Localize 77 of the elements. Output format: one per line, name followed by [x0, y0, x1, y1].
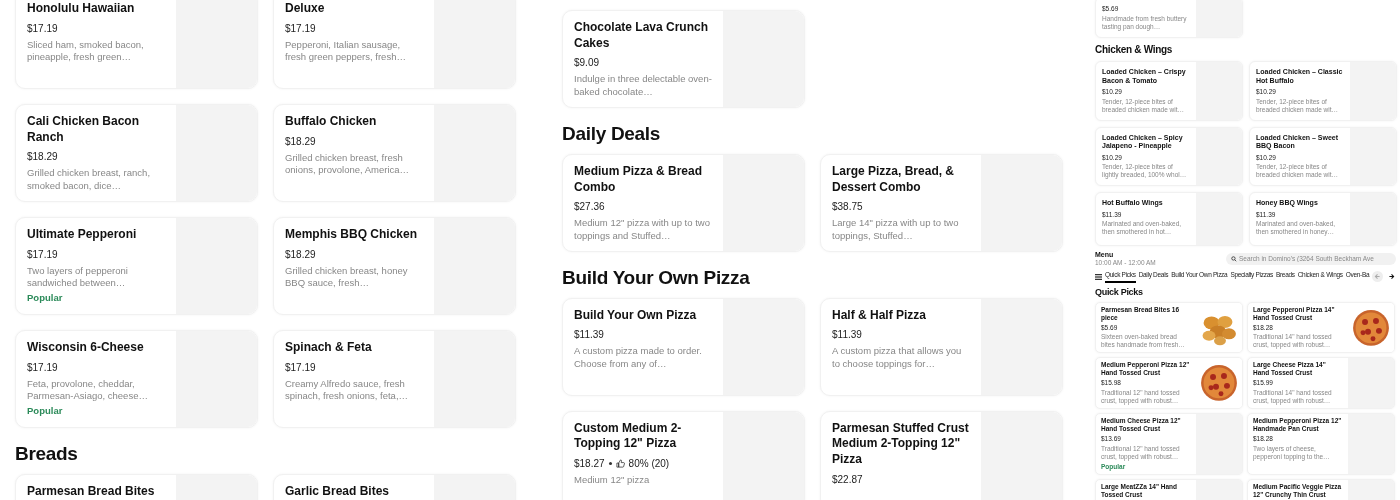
item-description: Sliced ham, smoked bacon, pineapple, fresh green…: [27, 38, 145, 64]
item-name: Ultimate Pepperoni: [27, 227, 138, 243]
item-description: Grilled chicken breast, fresh onions, provolone, America…: [285, 151, 411, 177]
item-name: Cali Chicken Bacon Ranch: [27, 114, 141, 146]
menu-item-card[interactable]: Build Your Own Pizza $11.39 A custom pizza made to order. Choose from any of…: [562, 297, 805, 396]
item-description: Grilled chicken breast, honey BBQ sauce, fresh…: [285, 264, 409, 290]
popular-label: Popular: [27, 404, 64, 418]
item-name: Parmesan Bread Bites: [27, 483, 156, 500]
item-description: Grilled chicken breast, ranch, smoked bacon, dice…: [27, 167, 152, 193]
item-price: $17.19: [285, 21, 316, 36]
menu-item-card[interactable]: Cali Chicken Bacon Ranch $18.29 Grilled chicken breast, ranch, smoked bacon, dice…: [15, 104, 258, 203]
item-description: Pepperoni, Italian sausage, fresh green peppers, fresh…: [285, 38, 407, 64]
item-price: $17.19: [27, 247, 58, 262]
item-rating: 80% (20): [628, 457, 670, 472]
item-description: Medium 12" pizza: [574, 474, 651, 487]
menu-item-card[interactable]: Custom Medium 2-Topping 12" Pizza $18.27 80% (20) Medium 12" pizza: [562, 410, 805, 500]
item-name: Honolulu Hawaiian: [27, 1, 136, 17]
item-name: Parmesan Stuffed Crust Medium 2-Topping 12" Pizza: [832, 420, 970, 468]
item-name: Medium Pizza & Bread Combo: [574, 163, 704, 196]
thumbs-up-icon: [615, 459, 625, 469]
item-name: Half & Half Pizza: [832, 307, 928, 324]
menu-item-card[interactable]: Honolulu Hawaiian $17.19 Sliced ham, smoked bacon, pineapple, fresh green…: [15, 0, 258, 89]
left-arrow-icon: [1374, 273, 1382, 281]
right-arrow-icon: [1388, 273, 1396, 281]
menu-item-card[interactable]: Deluxe $17.19 Pepperoni, Italian sausage, fresh green peppers, fresh…: [273, 0, 516, 89]
menu-item-card[interactable]: Memphis BBQ Chicken $18.29 Grilled chicken breast, honey BBQ sauce, fresh…: [273, 217, 516, 316]
menu-icon: [1095, 273, 1102, 280]
popular-label: Popular: [27, 291, 64, 305]
item-name: Spinach & Feta: [285, 340, 373, 356]
item-price: $18.29: [285, 134, 316, 149]
menu-item-card[interactable]: Spinach & Feta $17.19 Creamy Alfredo sauce, fresh spinach, fresh onions, feta,…: [273, 330, 516, 429]
item-name: Large Pizza, Bread, & Dessert Combo: [832, 163, 956, 196]
item-price: $9.09: [574, 56, 600, 71]
item-description: Indulge in three delectable oven-baked chocolate…: [574, 73, 712, 99]
item-price: $11.39: [574, 328, 604, 343]
item-price: $18.29: [27, 150, 58, 165]
section-heading: Quick Picks: [1095, 287, 1144, 299]
item-name: Deluxe: [285, 1, 326, 17]
menu-item-card[interactable]: Parmesan Bread Bites: [15, 473, 258, 500]
item-price: $18.27: [574, 457, 605, 472]
item-name: Memphis BBQ Chicken: [285, 227, 419, 243]
menu-item-card[interactable]: Half & Half Pizza $11.39 A custom pizza that allows you to choose toppings for…: [820, 297, 1063, 396]
item-price: $17.19: [27, 360, 58, 375]
menu-item-card[interactable]: Buffalo Chicken $18.29 Grilled chicken breast, fresh onions, provolone, America…: [273, 104, 516, 203]
menu-item-card[interactable]: Medium Pizza & Bread Combo $27.36 Medium 12" pizza with up to two toppings and Stuffed…: [562, 153, 805, 253]
search-icon: [1231, 256, 1237, 263]
section-heading: Breads: [15, 442, 79, 466]
item-description: Two layers of pepperoni sandwiched between…: [27, 264, 129, 290]
item-name: Custom Medium 2-Topping 12" Pizza: [574, 420, 683, 453]
menu-item-card[interactable]: Wisconsin 6-Cheese $17.19 Feta, provolone, cheddar, Parmesan-Asiago, cheese… Popular: [15, 330, 258, 429]
item-name: Wisconsin 6-Cheese: [27, 340, 145, 356]
item-price: $17.19: [27, 21, 58, 36]
item-price: $17.19: [285, 360, 316, 375]
item-description: Large 14" pizza with up to two toppings, Stuffed…: [832, 217, 960, 243]
menu-item-card[interactable]: Chocolate Lava Crunch Cakes $9.09 Indulge in three delectable oven-baked chocolate…: [562, 10, 805, 109]
menu-item-card[interactable]: Ultimate Pepperoni $17.19 Two layers of pepperoni sandwiched between… Popular: [15, 217, 258, 316]
item-price: $27.36: [574, 200, 605, 215]
menu-item-card[interactable]: Garlic Bread Bites: [273, 473, 516, 500]
item-description: A custom pizza that allows you to choose toppings for…: [832, 345, 963, 371]
item-price: $38.75: [832, 200, 863, 215]
section-heading: Daily Deals: [562, 122, 662, 146]
item-name: Garlic Bread Bites: [285, 483, 391, 500]
item-description: A custom pizza made to order. Choose from any of…: [574, 345, 703, 371]
menu-item-card[interactable]: Parmesan Stuffed Crust Medium 2-Topping 12" Pizza $22.87: [820, 410, 1063, 500]
item-name: Chocolate Lava Crunch Cakes: [574, 20, 710, 52]
item-description: Creamy Alfredo sauce, fresh spinach, fresh onions, feta,…: [285, 377, 410, 403]
menu-item-card[interactable]: Large Pizza, Bread, & Dessert Combo $38.75 Large 14" pizza with up to two toppings, Stuffed…: [820, 153, 1063, 253]
section-heading: Chicken & Wings: [1095, 43, 1174, 57]
separator-dot: [608, 462, 612, 466]
item-description: Medium 12" pizza with up to two toppings and Stuffed…: [574, 217, 711, 243]
item-name: Buffalo Chicken: [285, 114, 378, 130]
item-description: Feta, provolone, cheddar, Parmesan-Asiago, cheese…: [27, 377, 149, 403]
section-heading: Build Your Own Pizza: [562, 266, 751, 290]
item-name: Build Your Own Pizza: [574, 307, 698, 324]
item-price: $18.29: [285, 247, 316, 262]
item-price: $11.39: [832, 328, 862, 343]
item-price: $22.87: [832, 472, 863, 487]
